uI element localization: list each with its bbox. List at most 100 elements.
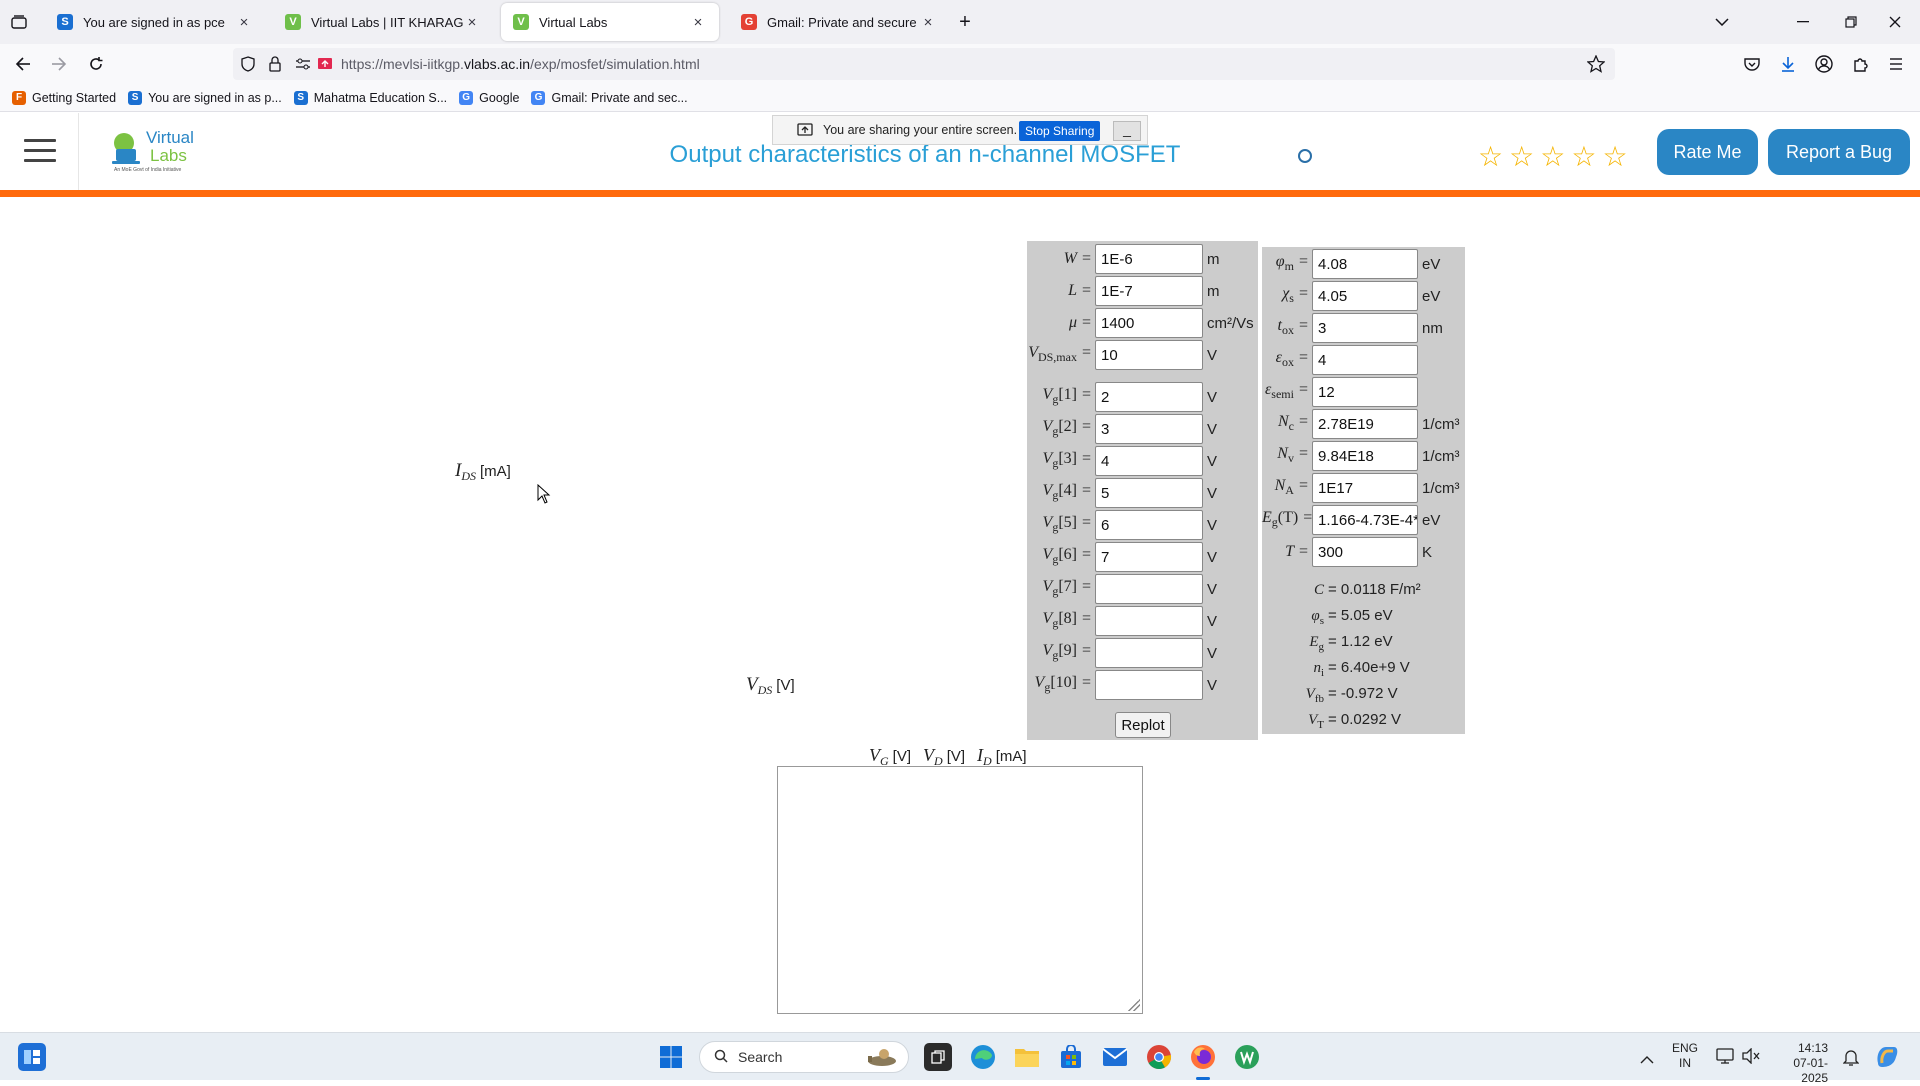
param-input[interactable]: 4.05 <box>1312 281 1418 311</box>
param-input[interactable]: 4 <box>1095 446 1203 476</box>
list-all-tabs-icon[interactable] <box>1710 10 1734 34</box>
param-input[interactable] <box>1095 574 1203 604</box>
replot-button[interactable]: Replot <box>1115 712 1171 738</box>
show-hidden-icons-icon[interactable] <box>1640 1051 1654 1069</box>
mail-icon[interactable] <box>1101 1043 1129 1071</box>
tab[interactable]: V Virtual Labs | IIT KHARAGPUR× <box>273 3 493 41</box>
rate-me-button[interactable]: Rate Me <box>1657 129 1758 175</box>
param-input[interactable] <box>1095 638 1203 668</box>
pocket-icon[interactable] <box>1740 52 1764 76</box>
tab-active[interactable]: V Virtual Labs × <box>501 3 719 41</box>
param-label: Vg[3] = <box>1042 450 1091 471</box>
param-input[interactable]: 2 <box>1095 382 1203 412</box>
share-screen-icon <box>797 123 813 140</box>
stop-sharing-button[interactable]: Stop Sharing <box>1019 121 1101 141</box>
rating-star-icon[interactable]: ☆ <box>1602 143 1627 171</box>
reload-icon[interactable] <box>83 52 109 76</box>
param-input[interactable] <box>1095 606 1203 636</box>
param-input[interactable] <box>1095 670 1203 700</box>
report-bug-button[interactable]: Report a Bug <box>1768 129 1910 175</box>
notifications-bell-icon[interactable] <box>1842 1048 1860 1071</box>
param-input[interactable]: 9.84E18 <box>1312 441 1418 471</box>
param-input[interactable]: 4 <box>1312 345 1418 375</box>
tab-list-icon[interactable] <box>8 12 30 32</box>
bookmark-star-icon[interactable] <box>1586 54 1606 78</box>
address-bar[interactable]: https://mevlsi-iitkgp.vlabs.ac.in/exp/mo… <box>233 48 1615 80</box>
rating-star-icon[interactable]: ☆ <box>1540 143 1565 171</box>
param-row: χs = 4.05 eV <box>1262 280 1440 312</box>
param-row: NA = 1E17 1/cm³ <box>1262 472 1460 504</box>
share-minimize-button[interactable]: _ <box>1113 121 1141 141</box>
param-input[interactable]: 1E-7 <box>1095 276 1203 306</box>
extensions-icon[interactable] <box>1848 52 1872 76</box>
downloads-icon[interactable] <box>1776 52 1800 76</box>
screen-share-indicator-icon[interactable] <box>317 57 333 76</box>
account-icon[interactable] <box>1812 52 1836 76</box>
param-input[interactable]: 1E17 <box>1312 473 1418 503</box>
param-label: Nc = <box>1277 413 1308 434</box>
language-indicator[interactable]: ENG IN <box>1672 1041 1698 1071</box>
rating-star-icon[interactable]: ☆ <box>1478 143 1503 171</box>
rating-star-icon[interactable]: ☆ <box>1571 143 1596 171</box>
theme-toggle-icon[interactable] <box>1298 149 1312 163</box>
tab-close-icon[interactable]: × <box>919 14 937 31</box>
bookmark-item[interactable]: S You are signed in as p... <box>128 90 282 105</box>
virtual-labs-logo[interactable]: Virtual Labs An MoE Govt of India Initia… <box>110 127 200 175</box>
chrome-icon[interactable] <box>1145 1043 1173 1071</box>
url-text[interactable]: https://mevlsi-iitkgp.vlabs.ac.in/exp/mo… <box>341 56 700 72</box>
volume-muted-icon[interactable] <box>1742 1047 1760 1069</box>
param-input[interactable]: 12 <box>1312 377 1418 407</box>
edge-browser-icon[interactable] <box>969 1043 997 1071</box>
file-explorer-icon[interactable] <box>1013 1043 1041 1071</box>
rating-stars[interactable]: ☆ ☆ ☆ ☆ ☆ <box>1478 143 1628 171</box>
param-unit: 1/cm³ <box>1422 415 1460 433</box>
param-input[interactable]: 2.78E19 <box>1312 409 1418 439</box>
restore-window-icon[interactable] <box>1838 10 1864 34</box>
new-tab-button[interactable]: + <box>952 10 978 34</box>
network-icon[interactable] <box>1716 1048 1734 1069</box>
permissions-icon[interactable] <box>295 57 311 76</box>
param-input[interactable]: 10 <box>1095 340 1203 370</box>
param-input[interactable]: 4.08 <box>1312 249 1418 279</box>
copilot-icon[interactable] <box>1874 1043 1900 1074</box>
param-input[interactable]: 6 <box>1095 510 1203 540</box>
microsoft-store-icon[interactable] <box>1057 1043 1085 1071</box>
close-window-icon[interactable] <box>1882 10 1908 34</box>
back-icon[interactable] <box>10 52 36 76</box>
virtual-labs-app-icon[interactable] <box>1233 1043 1261 1071</box>
param-input[interactable]: 7 <box>1095 542 1203 572</box>
param-input[interactable]: 1400 <box>1095 308 1203 338</box>
rating-star-icon[interactable]: ☆ <box>1509 143 1534 171</box>
bookmark-item[interactable]: S Mahatma Education S... <box>293 90 447 105</box>
param-input[interactable]: 5 <box>1095 478 1203 508</box>
bookmark-item[interactable]: G Gmail: Private and sec... <box>531 90 688 105</box>
param-input[interactable]: 1.166-4.73E-4*T <box>1312 505 1418 535</box>
hamburger-menu-icon[interactable] <box>24 139 56 163</box>
tab-close-icon[interactable]: × <box>463 14 481 31</box>
clock[interactable]: 14:13 07-01-2025 <box>1772 1041 1828 1086</box>
tab-close-icon[interactable]: × <box>689 14 707 31</box>
param-label: Vg[2] = <box>1042 418 1091 439</box>
task-view-icon[interactable] <box>924 1043 952 1071</box>
param-input[interactable]: 1E-6 <box>1095 244 1203 274</box>
bookmark-item[interactable]: G Google <box>459 90 519 105</box>
forward-icon[interactable] <box>46 52 72 76</box>
tab[interactable]: S You are signed in as pce × <box>45 3 265 41</box>
param-row: εox = 4 <box>1262 344 1418 376</box>
resize-grip-icon[interactable] <box>1128 999 1140 1011</box>
param-input[interactable]: 3 <box>1095 414 1203 444</box>
minimize-window-icon[interactable] <box>1790 10 1816 34</box>
param-input[interactable]: 3 <box>1312 313 1418 343</box>
tab-close-icon[interactable]: × <box>235 14 253 31</box>
widgets-icon[interactable] <box>18 1043 46 1071</box>
param-input[interactable]: 300 <box>1312 537 1418 567</box>
firefox-icon[interactable] <box>1189 1043 1217 1080</box>
app-menu-icon[interactable] <box>1884 52 1908 76</box>
tab[interactable]: G Gmail: Private and secure email× <box>729 3 949 41</box>
taskbar-search-box[interactable]: Search <box>699 1041 909 1073</box>
lock-icon[interactable] <box>269 56 281 77</box>
tracking-shield-icon[interactable] <box>241 56 255 77</box>
start-windows-icon[interactable] <box>657 1043 685 1071</box>
bookmark-item[interactable]: F Getting Started <box>12 90 116 105</box>
output-textarea[interactable] <box>777 766 1143 1014</box>
